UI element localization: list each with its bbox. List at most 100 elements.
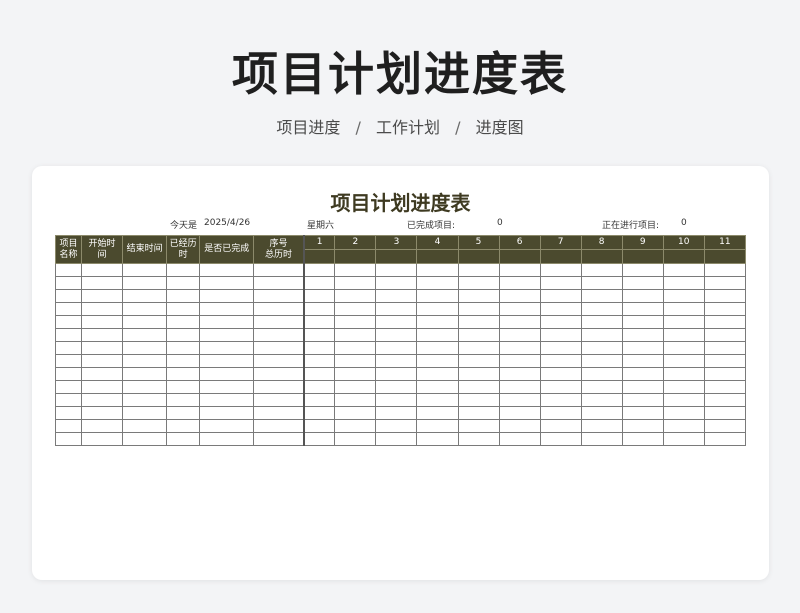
table-cell[interactable]: [539, 276, 582, 290]
table-cell[interactable]: [416, 276, 459, 290]
table-cell[interactable]: [375, 302, 418, 316]
table-cell[interactable]: [81, 367, 124, 381]
table-cell[interactable]: [199, 380, 255, 394]
table-cell[interactable]: [303, 302, 336, 316]
table-cell[interactable]: [199, 263, 255, 277]
table-cell[interactable]: [122, 432, 168, 446]
table-cell[interactable]: [457, 302, 500, 316]
table-cell[interactable]: [662, 328, 705, 342]
table-cell[interactable]: [303, 276, 336, 290]
table-cell[interactable]: [580, 419, 623, 433]
table-cell[interactable]: [703, 367, 747, 381]
table-cell[interactable]: [703, 289, 747, 303]
table-cell[interactable]: [621, 380, 664, 394]
table-cell[interactable]: [621, 315, 664, 329]
table-cell[interactable]: [253, 341, 305, 355]
table-cell[interactable]: [703, 432, 747, 446]
table-cell[interactable]: [375, 432, 418, 446]
table-cell[interactable]: [375, 276, 418, 290]
table-cell[interactable]: [199, 354, 255, 368]
table-cell[interactable]: [457, 406, 500, 420]
table-cell[interactable]: [54, 367, 83, 381]
table-cell[interactable]: [662, 432, 705, 446]
table-cell[interactable]: [54, 328, 83, 342]
table-cell[interactable]: [703, 354, 747, 368]
table-cell[interactable]: [621, 406, 664, 420]
table-cell[interactable]: [334, 432, 377, 446]
table-cell[interactable]: [457, 432, 500, 446]
table-cell[interactable]: [580, 263, 623, 277]
table-cell[interactable]: [199, 406, 255, 420]
table-cell[interactable]: [334, 263, 377, 277]
table-cell[interactable]: [334, 419, 377, 433]
table-cell[interactable]: [253, 393, 305, 407]
table-cell[interactable]: [334, 289, 377, 303]
table-cell[interactable]: [580, 315, 623, 329]
table-cell[interactable]: [457, 289, 500, 303]
table-cell[interactable]: [166, 341, 201, 355]
table-cell[interactable]: [334, 393, 377, 407]
table-cell[interactable]: [416, 328, 459, 342]
table-cell[interactable]: [498, 315, 541, 329]
table-cell[interactable]: [375, 419, 418, 433]
table-cell[interactable]: [303, 367, 336, 381]
table-cell[interactable]: [54, 432, 83, 446]
table-cell[interactable]: [416, 432, 459, 446]
table-cell[interactable]: [54, 315, 83, 329]
table-cell[interactable]: [122, 419, 168, 433]
table-cell[interactable]: [416, 406, 459, 420]
table-cell[interactable]: [498, 289, 541, 303]
table-cell[interactable]: [539, 406, 582, 420]
table-cell[interactable]: [122, 367, 168, 381]
table-cell[interactable]: [662, 367, 705, 381]
table-cell[interactable]: [539, 393, 582, 407]
table-cell[interactable]: [334, 354, 377, 368]
table-cell[interactable]: [498, 328, 541, 342]
table-cell[interactable]: [81, 328, 124, 342]
table-cell[interactable]: [303, 406, 336, 420]
table-cell[interactable]: [416, 354, 459, 368]
table-cell[interactable]: [457, 354, 500, 368]
table-cell[interactable]: [703, 341, 747, 355]
table-cell[interactable]: [199, 315, 255, 329]
table-cell[interactable]: [54, 302, 83, 316]
table-cell[interactable]: [580, 276, 623, 290]
table-cell[interactable]: [253, 354, 305, 368]
table-cell[interactable]: [498, 432, 541, 446]
table-cell[interactable]: [199, 367, 255, 381]
table-cell[interactable]: [54, 263, 83, 277]
table-cell[interactable]: [662, 276, 705, 290]
table-cell[interactable]: [662, 263, 705, 277]
table-cell[interactable]: [375, 406, 418, 420]
table-cell[interactable]: [457, 315, 500, 329]
table-cell[interactable]: [54, 380, 83, 394]
spreadsheet-preview-card[interactable]: 项目计划进度表 今天是 2025/4/26 星期六 已完成项目: 0 正在进行项…: [32, 166, 769, 580]
table-cell[interactable]: [662, 380, 705, 394]
table-cell[interactable]: [703, 406, 747, 420]
table-cell[interactable]: [498, 380, 541, 394]
table-cell[interactable]: [303, 380, 336, 394]
table-cell[interactable]: [539, 328, 582, 342]
table-cell[interactable]: [122, 276, 168, 290]
table-cell[interactable]: [457, 380, 500, 394]
table-cell[interactable]: [81, 432, 124, 446]
table-cell[interactable]: [498, 276, 541, 290]
table-cell[interactable]: [621, 341, 664, 355]
table-cell[interactable]: [54, 393, 83, 407]
table-cell[interactable]: [662, 341, 705, 355]
table-cell[interactable]: [303, 341, 336, 355]
table-cell[interactable]: [253, 276, 305, 290]
table-cell[interactable]: [703, 328, 747, 342]
table-cell[interactable]: [81, 302, 124, 316]
table-cell[interactable]: [54, 354, 83, 368]
table-cell[interactable]: [54, 406, 83, 420]
table-cell[interactable]: [580, 432, 623, 446]
table-cell[interactable]: [122, 341, 168, 355]
table-cell[interactable]: [539, 289, 582, 303]
table-cell[interactable]: [375, 263, 418, 277]
table-cell[interactable]: [457, 419, 500, 433]
table-cell[interactable]: [621, 276, 664, 290]
table-cell[interactable]: [81, 419, 124, 433]
table-cell[interactable]: [303, 263, 336, 277]
table-cell[interactable]: [166, 315, 201, 329]
